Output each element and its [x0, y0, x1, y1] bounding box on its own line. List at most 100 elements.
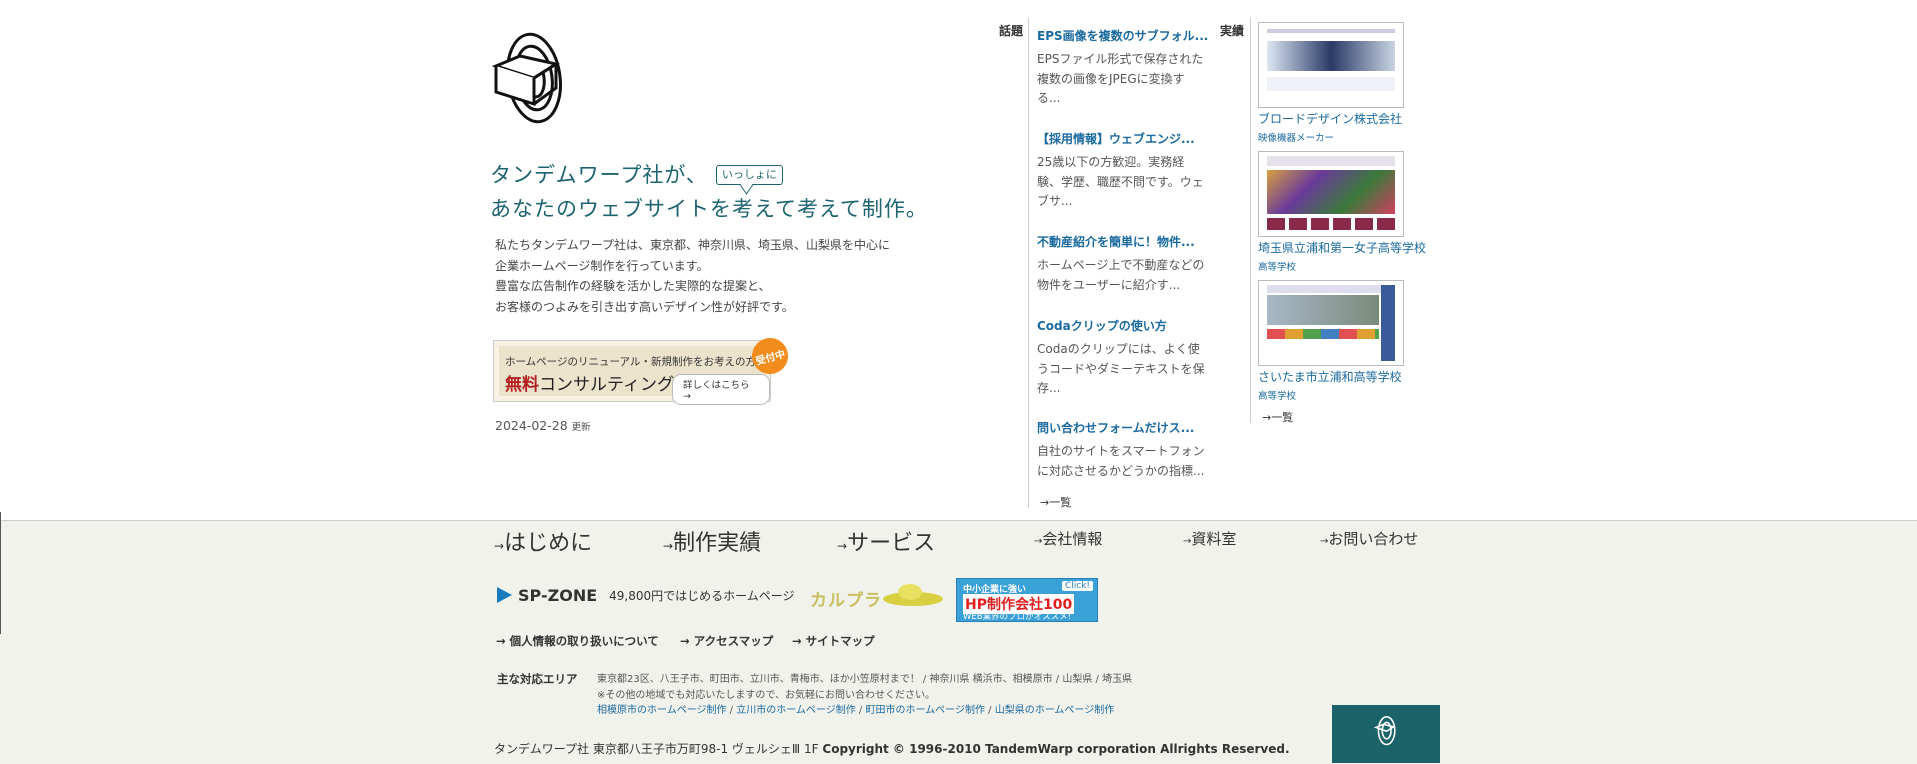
consult-caption: ホームページのリニューアル・新規制作をお考えの方 — [505, 356, 756, 368]
work-item[interactable]: 埼玉県立浦和第一女子高等学校 高等学校 — [1258, 151, 1426, 273]
arrow-right-icon: → — [496, 634, 510, 648]
area-link-tachikawa[interactable]: 立川市のホームページ制作 — [736, 705, 856, 716]
company-address: タンデムワープ社 東京都八王子市万町98-1 ヴェルシェⅢ 1F Copyrig… — [494, 740, 1290, 757]
tagline-line1: タンデムワープ社が、 — [490, 163, 708, 187]
copyright: Copyright © 1996-2010 TandemWarp corpora… — [822, 742, 1290, 756]
thumb-body — [1267, 77, 1395, 91]
area-link-machida[interactable]: 町田市のホームページ制作 — [865, 705, 985, 716]
nav-label: はじめに — [504, 531, 593, 556]
topics-more-link[interactable]: →一覧 — [1040, 494, 1071, 510]
topic-title-link[interactable]: EPS画像を複数のサブフォル... — [1037, 29, 1208, 43]
nav-label: サービス — [847, 531, 936, 556]
work-thumbnail[interactable] — [1258, 151, 1404, 237]
spzone-banner[interactable]: SP-ZONE 49,800円ではじめるホームページ — [494, 585, 795, 605]
topic-title-link[interactable]: Codaクリップの使い方 — [1037, 319, 1167, 333]
area-line2: ※その他の地域でも対応いたしますので、お気軽にお問い合わせください。 — [597, 689, 935, 701]
nav-service[interactable]: →サービス — [837, 525, 935, 557]
thumb-hero — [1267, 295, 1379, 325]
hp100-line3: WEB業界のプロがオススメ! — [963, 612, 1072, 622]
work-item[interactable]: ブロードデザイン株式会社 映像機器メーカー — [1258, 22, 1418, 144]
nav-company[interactable]: →会社情報 — [1034, 528, 1102, 549]
works-divider — [1250, 18, 1251, 423]
thumb-nav — [1267, 329, 1379, 339]
company-name: タンデムワープ社 — [494, 742, 590, 756]
thumb-header — [1267, 29, 1395, 33]
footer-link-sitemap[interactable]: → サイトマップ — [792, 633, 875, 649]
consult-more-button[interactable]: 詳しくはこちら → — [672, 374, 770, 405]
topic-title-link[interactable]: 問い合わせフォームだけス... — [1037, 421, 1194, 435]
updated-info: 2024-02-28 更新 — [495, 418, 591, 433]
intro-line: 豊富な広告制作の経験を活かした実際的な提案と、 — [495, 279, 771, 293]
works-more-link[interactable]: →一覧 — [1262, 409, 1293, 425]
area-link-yamanashi[interactable]: 山梨県のホームページ制作 — [995, 705, 1115, 716]
topic-item: 問い合わせフォームだけス... 自社のサイトをスマートフォンに対応させるかどうか… — [1037, 417, 1207, 481]
karupura-name: カルプラ — [810, 591, 882, 611]
work-thumbnail[interactable] — [1258, 280, 1404, 366]
free-consulting-banner[interactable]: ホームページのリニューアル・新規制作をお考えの方 無料コンサルティング 詳しくは… — [493, 340, 771, 405]
karupura-banner[interactable]: カルプラ — [810, 580, 944, 611]
topic-desc: 自社のサイトをスマートフォンに対応させるかどうかの指標... — [1037, 444, 1205, 478]
consult-free: 無料 — [505, 375, 539, 395]
nav-works[interactable]: →制作実績 — [663, 525, 761, 557]
tagline-line2: あなたのウェブサイトを考えて考えて制作。 — [490, 197, 928, 221]
topic-desc: EPSファイル形式で保存された複数の画像をJPEGに変換する... — [1037, 52, 1204, 105]
thumb-hero — [1267, 170, 1395, 214]
thumb-sidebar — [1381, 285, 1395, 361]
arrow-right-icon: → — [663, 539, 674, 553]
left-edge-line — [0, 512, 1, 634]
work-category: 映像機器メーカー — [1258, 133, 1335, 144]
works-more-label: 一覧 — [1271, 411, 1294, 424]
nav-library[interactable]: →資料室 — [1183, 528, 1236, 549]
footer — [0, 520, 1917, 764]
work-name-link[interactable]: 埼玉県立浦和第一女子高等学校 — [1258, 241, 1426, 255]
topics-divider — [1028, 18, 1029, 508]
work-name-link[interactable]: ブロードデザイン株式会社 — [1258, 112, 1402, 126]
arrow-right-icon: → — [683, 391, 691, 402]
consult-main: コンサルティング — [539, 375, 674, 395]
footer-link-privacy[interactable]: → 個人情報の取り扱いについて — [496, 633, 659, 649]
consult-more-label: 詳しくはこちら — [683, 380, 750, 391]
arrow-right-icon: → — [1262, 411, 1272, 424]
intro-line: お客様のつよみを引き出す高いデザイン性が好評です。 — [495, 299, 794, 314]
topic-title-link[interactable]: 不動産紹介を簡単に！物件... — [1037, 235, 1195, 249]
together-bubble: いっしょに — [715, 165, 783, 185]
topics-more-label: 一覧 — [1049, 496, 1072, 509]
arrow-right-icon: → — [1040, 496, 1050, 509]
hp100-click: Click! — [1061, 581, 1093, 591]
area-line1: 東京都23区、八王子市、町田市、立川市、青梅市、ほか小笠原村まで！ / 神奈川県… — [597, 674, 1133, 685]
nav-label: お問い合わせ — [1328, 530, 1419, 548]
thumb-body — [1267, 218, 1395, 230]
tandemwarp-logo[interactable] — [490, 22, 574, 130]
work-item[interactable]: さいたま市立浦和高等学校 高等学校 — [1258, 280, 1418, 402]
footer-logo[interactable] — [1332, 705, 1440, 763]
topic-title-link[interactable]: 【採用情報】ウェブエンジ... — [1037, 132, 1195, 146]
works-label: 実績 — [1220, 24, 1245, 38]
topic-desc: Codaのクリップには、よく使うコードやダミーテキストを保存... — [1037, 342, 1205, 395]
footer-link-label: サイトマップ — [805, 634, 875, 648]
intro-text: 私たちタンデムワープ社は、東京都、神奈川県、埼玉県、山梨県を中心に 企業ホームペ… — [495, 235, 890, 317]
area-links: 相模原市のホームページ制作 / 立川市のホームページ制作 / 町田市のホームペー… — [597, 705, 1115, 716]
work-thumbnail[interactable] — [1258, 22, 1404, 108]
area-label: 主な対応エリア — [497, 672, 578, 686]
nav-contact[interactable]: →お問い合わせ — [1320, 528, 1418, 549]
karupura-ufo-icon — [883, 584, 943, 606]
updated-label: 更新 — [571, 422, 591, 433]
hp100-banner[interactable]: 中小企業に強い Click! HP制作会社100 WEB業界のプロがオススメ! — [956, 578, 1098, 622]
topic-item: 不動産紹介を簡単に！物件... ホームページ上で不動産などの物件をユーザーに紹介… — [1037, 231, 1207, 295]
area-link-sagamihara[interactable]: 相模原市のホームページ制作 — [597, 705, 727, 716]
work-category: 高等学校 — [1258, 391, 1297, 402]
address: 東京都八王子市万町98-1 ヴェルシェⅢ 1F — [592, 742, 819, 756]
topic-item: 【採用情報】ウェブエンジ... 25歳以下の方歓迎。実務経験、学歴、職歴不問です… — [1037, 128, 1207, 212]
nav-label: 制作実績 — [673, 531, 762, 556]
topic-desc: 25歳以下の方歓迎。実務経験、学歴、職歴不問です。ウェブサ... — [1037, 155, 1204, 208]
nav-label: 資料室 — [1191, 530, 1237, 548]
topic-item: EPS画像を複数のサブフォル... EPSファイル形式で保存された複数の画像をJ… — [1037, 25, 1208, 109]
topic-desc: ホームページ上で不動産などの物件をユーザーに紹介す... — [1037, 258, 1205, 292]
work-name-link[interactable]: さいたま市立浦和高等学校 — [1258, 370, 1402, 384]
footer-link-access[interactable]: → アクセスマップ — [680, 633, 773, 649]
intro-line: 私たちタンデムワープ社は、東京都、神奈川県、埼玉県、山梨県を中心に — [495, 238, 891, 252]
nav-intro[interactable]: →はじめに — [494, 525, 592, 557]
hero-tagline: タンデムワープ社が、 いっしょに あなたのウェブサイトを考えて考えて制作。 — [490, 158, 928, 226]
arrow-right-icon: → — [494, 539, 505, 553]
arrow-right-icon: → — [792, 634, 806, 648]
